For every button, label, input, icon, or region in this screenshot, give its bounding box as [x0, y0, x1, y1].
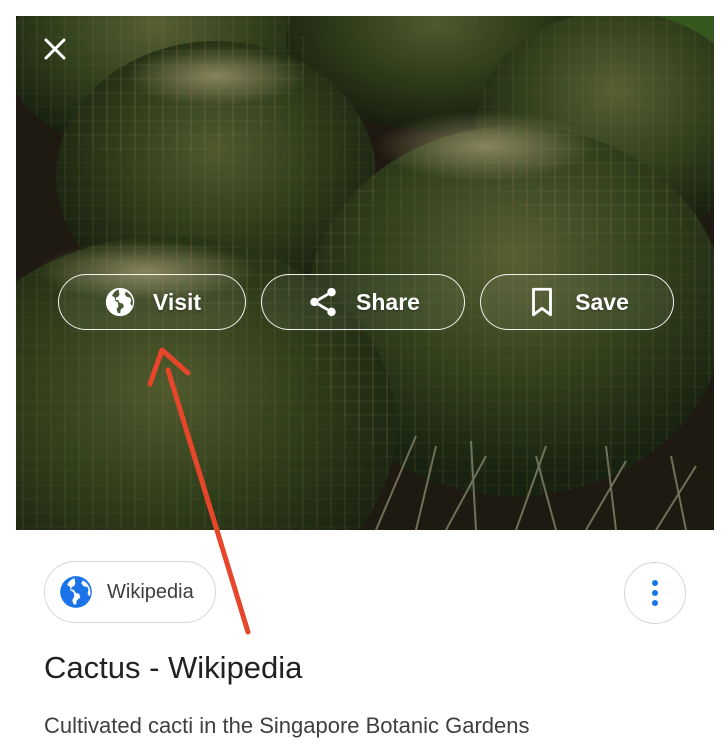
close-icon: [44, 38, 66, 60]
visit-label: Visit: [152, 288, 202, 315]
result-caption: Cultivated cacti in the Singapore Botani…: [44, 713, 530, 738]
bookmark-icon: [525, 285, 559, 319]
source-chip[interactable]: Wikipedia: [44, 561, 216, 623]
save-label: Save: [575, 288, 629, 315]
save-button[interactable]: Save: [480, 274, 674, 330]
more-vert-icon: [652, 580, 658, 606]
visit-button[interactable]: Visit: [58, 274, 246, 330]
share-label: Share: [356, 288, 420, 315]
close-button[interactable]: [40, 34, 70, 64]
globe-icon: [57, 573, 95, 611]
image-preview: Visit Share Save: [16, 16, 714, 530]
globe-icon: [103, 285, 137, 319]
cactus-photo: [16, 16, 714, 530]
more-options-button[interactable]: [624, 562, 686, 624]
share-icon: [306, 285, 340, 319]
source-name: Wikipedia: [107, 580, 194, 603]
result-title[interactable]: Cactus - Wikipedia: [44, 650, 302, 686]
share-button[interactable]: Share: [261, 274, 465, 330]
